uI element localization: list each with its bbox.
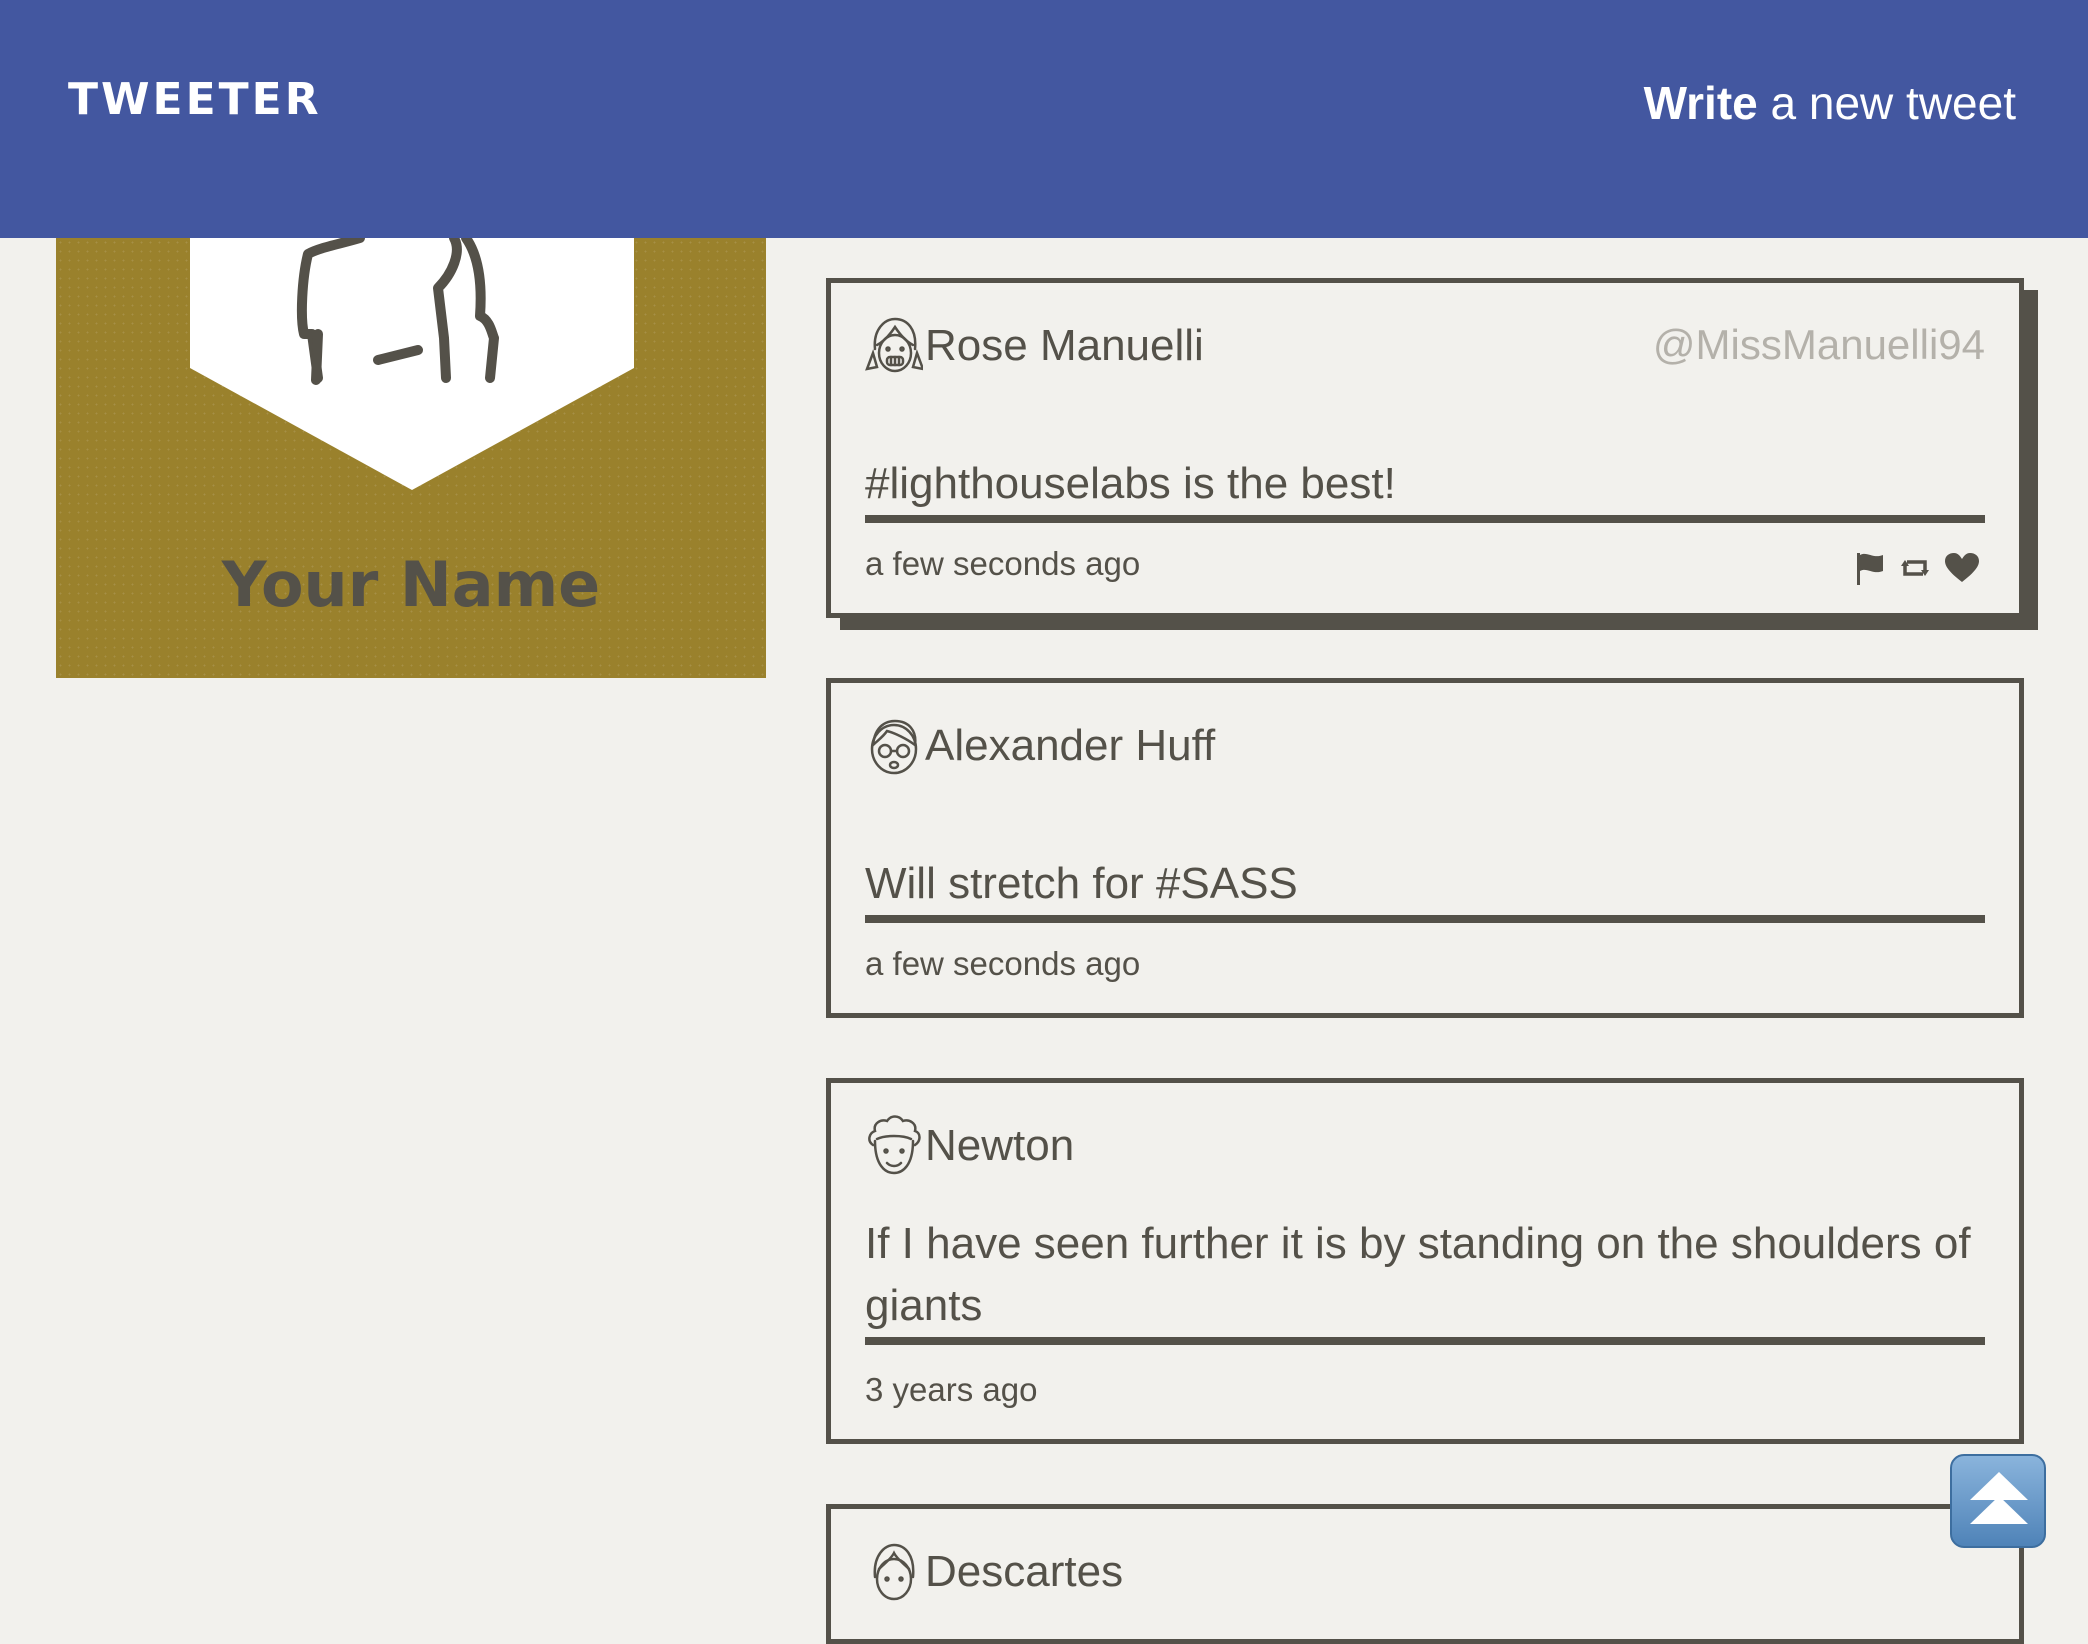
glasses-face-icon <box>870 719 918 775</box>
tweet-author-name: Newton <box>925 1121 1075 1170</box>
profile-name: Your Name <box>221 548 601 621</box>
girl-face-icon <box>865 317 923 373</box>
user-avatar-icon <box>190 238 634 490</box>
tweet-header: Newton <box>865 1111 1985 1181</box>
flag-icon[interactable] <box>1855 551 1885 585</box>
compose-bold-label: Write <box>1643 77 1758 129</box>
tweet-actions <box>1855 551 1979 585</box>
scroll-top-button[interactable] <box>1950 1454 2046 1548</box>
compose-label: a new tweet <box>1757 77 2017 129</box>
tweet-header: Rose Manuelli @MissManuelli94 <box>865 311 1985 381</box>
heart-icon[interactable] <box>1945 553 1979 583</box>
face-icon <box>873 1543 915 1601</box>
tweet-timestamp: 3 years ago <box>865 1371 1038 1408</box>
curly-hair-face-icon <box>868 1115 921 1175</box>
tweet-card[interactable]: Rose Manuelli @MissManuelli94 #lighthous… <box>826 278 2024 618</box>
tweet-card[interactable]: Alexander Huff Will stretch for #SASS a … <box>826 678 2024 1018</box>
tweet-card[interactable]: Newton If I have seen further it is by s… <box>826 1078 2024 1444</box>
retweet-icon[interactable] <box>1899 554 1931 582</box>
tweet-author-name: Alexander Huff <box>925 721 1216 770</box>
tweet-header: Descartes <box>865 1537 1985 1607</box>
tweet-content: Will stretch for #SASS <box>865 853 1985 923</box>
brand-logo[interactable]: TWEETER <box>68 74 322 125</box>
top-nav: TWEETER Write a new tweet <box>0 0 2088 238</box>
tweet-author-name: Descartes <box>925 1547 1124 1596</box>
tweet-author-handle: @MissManuelli94 <box>1652 321 1985 368</box>
tweet-timestamp: a few seconds ago <box>865 945 1141 982</box>
double-up-arrow-icon <box>1970 1472 2028 1524</box>
tweet-content: #lighthouselabs is the best! <box>865 453 1985 523</box>
tweet-card[interactable]: Descartes <box>826 1504 2024 1644</box>
compose-tweet-button[interactable]: Write a new tweet <box>1644 76 2016 130</box>
tweet-author-name: Rose Manuelli <box>925 321 1204 370</box>
profile-card: Your Name <box>56 238 766 678</box>
tweet-header: Alexander Huff <box>865 711 1985 781</box>
tweet-content: If I have seen further it is by standing… <box>865 1213 1985 1345</box>
tweet-timestamp: a few seconds ago <box>865 545 1141 582</box>
